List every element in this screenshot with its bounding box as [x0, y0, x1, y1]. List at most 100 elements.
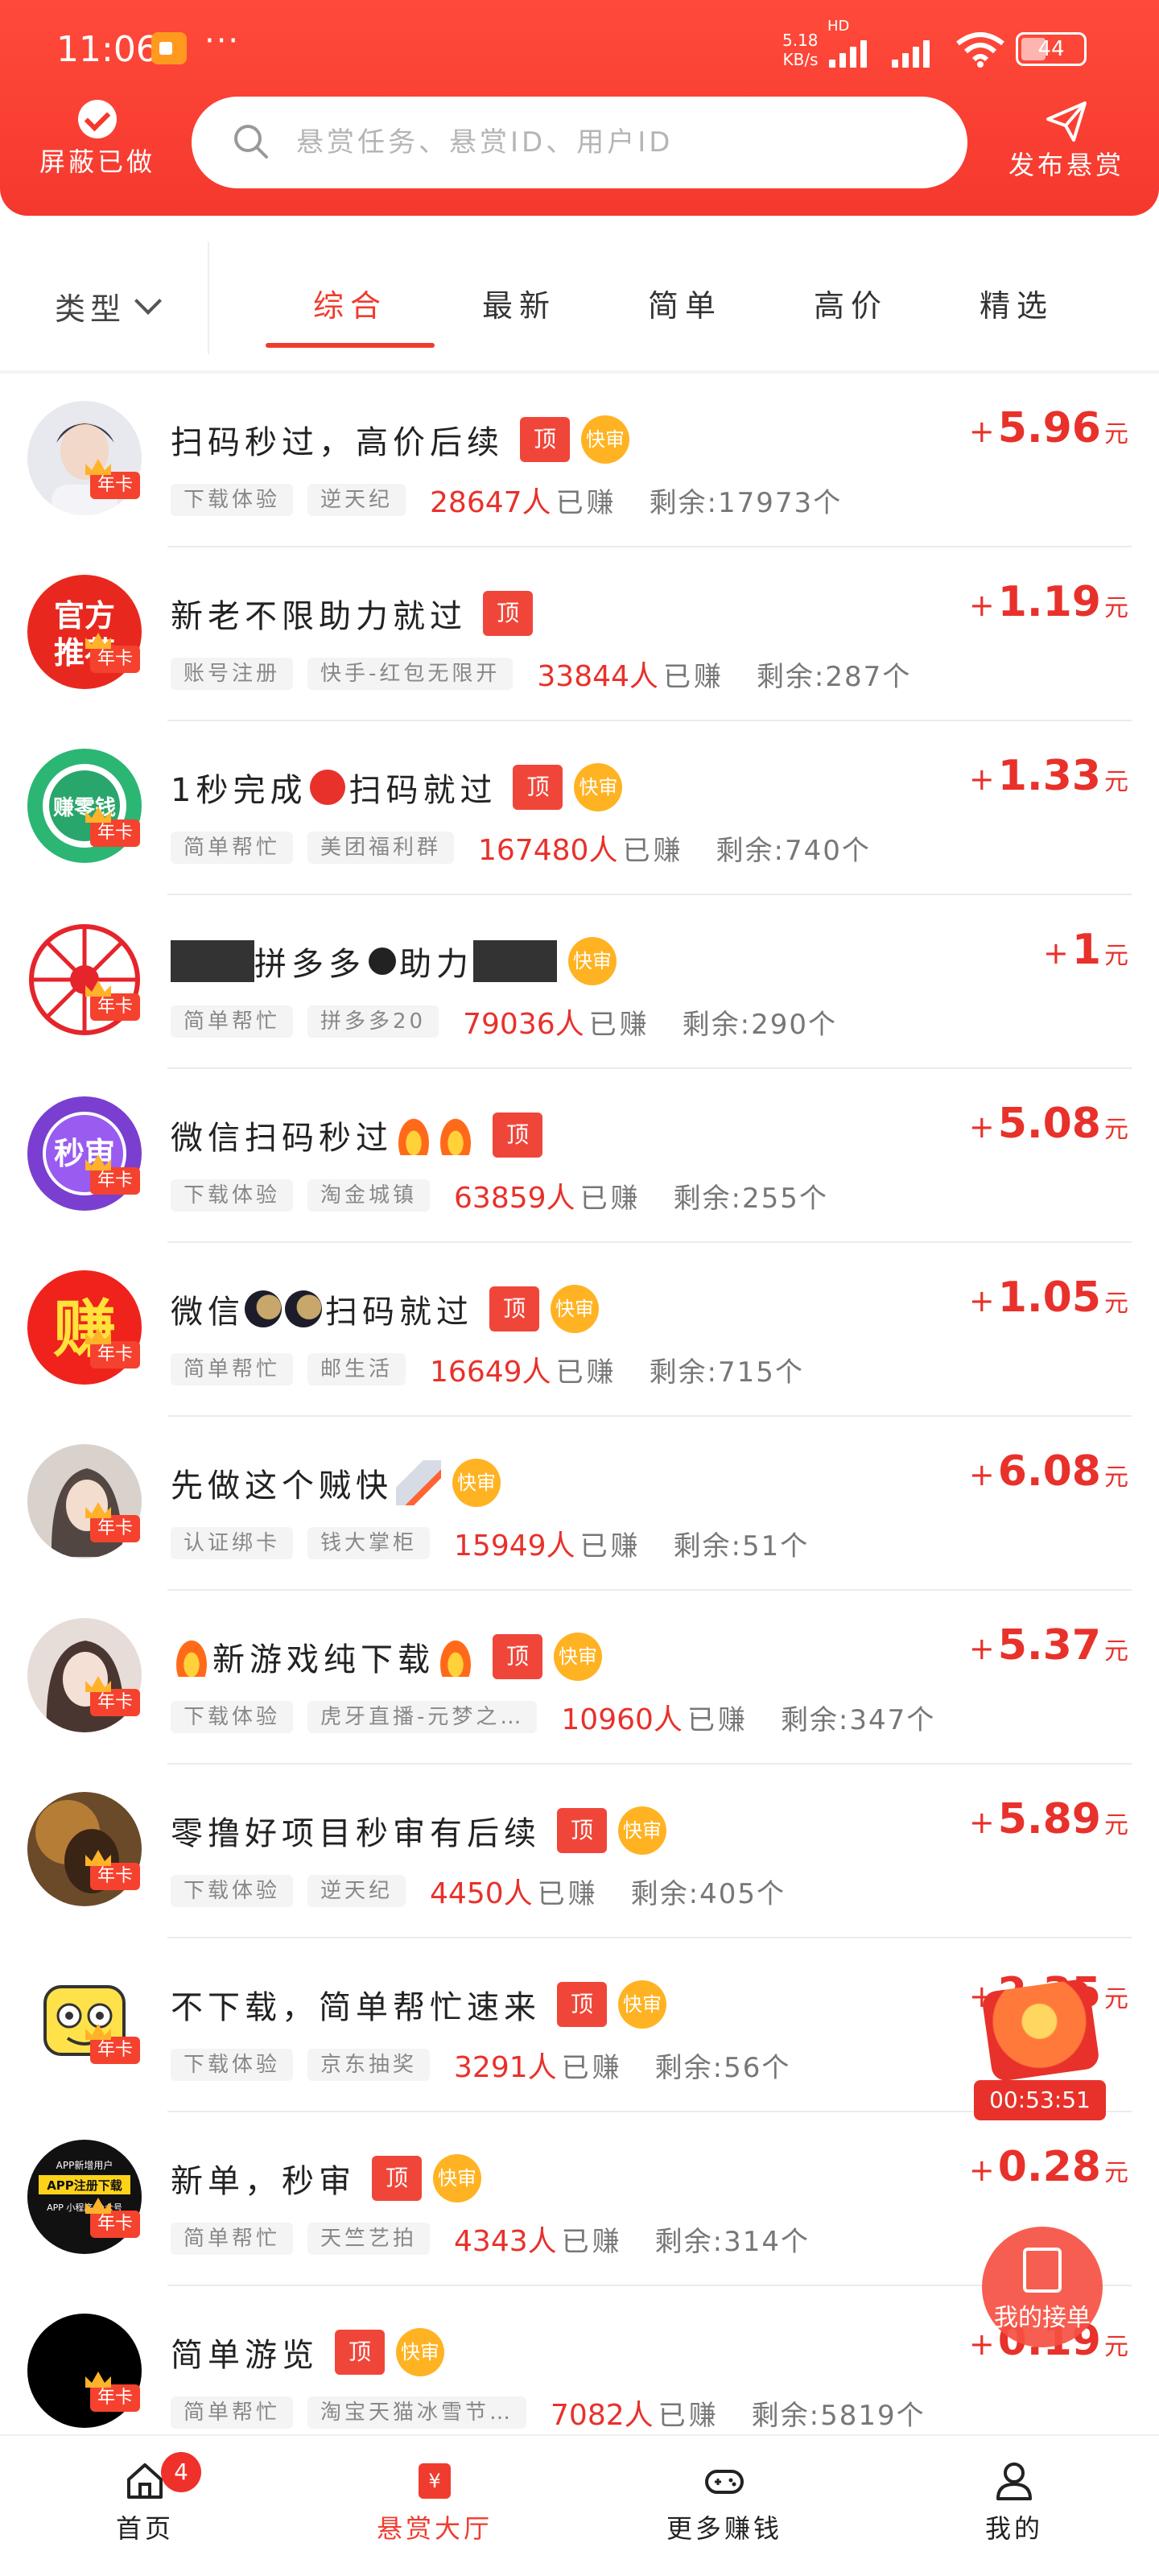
nav-more-earn[interactable]: 更多赚钱 — [636, 2460, 813, 2545]
svg-text:APP新增用户: APP新增用户 — [56, 2159, 113, 2171]
task-app-tag: 虎牙直播-元梦之… — [307, 1701, 538, 1733]
nav-reward-hall[interactable]: ¥ 悬赏大厅 — [346, 2460, 523, 2545]
reward-price: +6.08 元 — [968, 1447, 1128, 1496]
task-item[interactable]: 官方 推荐 年卡 新老不限助力就过 顶 账号注册 快手-红包无限开 33844人… — [0, 547, 1159, 721]
svg-text:¥: ¥ — [428, 2470, 440, 2492]
battery-icon: 44 — [1016, 32, 1087, 66]
tab-high-price[interactable]: 高价 — [766, 274, 935, 338]
moon-emoji-icon — [285, 1290, 322, 1327]
svg-text:APP注册下载: APP注册下载 — [47, 2178, 122, 2193]
remaining-count: 剩余:740个 — [716, 834, 871, 867]
participant-count: 63859人 — [454, 1182, 575, 1215]
vip-badge: 年卡 — [90, 1863, 140, 1890]
task-meta: 简单帮忙 拼多多20 79036人 已赚 剩余:290个 — [171, 1001, 837, 1042]
remaining-count: 剩余:287个 — [756, 660, 912, 693]
clipboard-icon — [1023, 2248, 1062, 2293]
task-category-tag: 简单帮忙 — [171, 1005, 294, 1038]
nav-home[interactable]: 首页 — [56, 2460, 233, 2545]
task-category-tag: 下载体验 — [171, 484, 294, 516]
task-category-tag: 下载体验 — [171, 1179, 294, 1212]
type-filter-dropdown[interactable]: 类型 — [55, 274, 162, 338]
task-app-tag: 邮生活 — [307, 1353, 406, 1385]
my-orders-label: 我的接单 — [994, 2304, 1091, 2332]
search-icon — [234, 125, 268, 159]
participant-count: 10960人 — [561, 1703, 683, 1736]
fast-review-badge: 快审 — [568, 937, 617, 985]
reward-price: +1.05 元 — [968, 1274, 1128, 1322]
earned-label: 已赚 — [561, 2051, 623, 2084]
vip-badge: 年卡 — [90, 993, 140, 1021]
nav-mine-label: 我的 — [984, 2513, 1043, 2544]
participant-count: 28647人 — [430, 486, 551, 519]
remaining-count: 剩余:405个 — [630, 1877, 786, 1910]
task-item[interactable]: 赚零钱 年卡 1秒完成 扫码就过 顶 快审 简单帮忙 美团福利群 167480人… — [0, 721, 1159, 895]
search-bar[interactable] — [192, 97, 967, 188]
task-app-tag: 钱大掌柜 — [307, 1527, 431, 1559]
task-title: 新单，秒审 顶 快审 — [171, 2154, 481, 2202]
task-meta: 下载体验 逆天纪 28647人 已赚 剩余:17973个 — [171, 480, 842, 520]
nav-reward-hall-label: 悬赏大厅 — [376, 2513, 493, 2544]
participant-count: 4343人 — [454, 2225, 557, 2258]
task-item[interactable]: 年卡 新游戏纯下载 顶 快审 下载体验 虎牙直播-元梦之… 10960人 已赚 … — [0, 1591, 1159, 1765]
tab-comprehensive[interactable]: 综合 — [266, 274, 435, 338]
top-badge: 顶 — [557, 1808, 607, 1853]
task-item[interactable]: APP新增用户 APP注册下载 APP 小程序 公众号 年卡 新单，秒审 顶 快… — [0, 2112, 1159, 2286]
status-bar: 11:06 ··· 5.18 KB/s HD 44 — [0, 18, 1159, 79]
reward-price: +5.96 元 — [968, 404, 1128, 452]
fast-review-badge: 快审 — [433, 2154, 481, 2202]
task-app-tag: 逆天纪 — [307, 484, 406, 516]
publish-reward-button[interactable]: 发布悬赏 — [990, 100, 1143, 182]
reward-price: +1 元 — [1042, 926, 1128, 974]
fire-emoji-icon — [396, 1115, 431, 1155]
tab-simple[interactable]: 简单 — [600, 274, 769, 338]
fast-review-badge: 快审 — [618, 1980, 666, 2029]
redacted-block — [473, 940, 557, 982]
home-icon — [127, 2463, 163, 2499]
task-title: 1秒完成 扫码就过 顶 快审 — [171, 763, 623, 811]
top-badge: 顶 — [335, 2330, 385, 2375]
my-orders-button[interactable]: 我的接单 — [982, 2227, 1103, 2347]
task-title: 新老不限助力就过 顶 — [171, 589, 533, 638]
task-item[interactable]: 年卡 先做这个贼快 快审 认证绑卡 钱大掌柜 15949人 已赚 剩余:51个 … — [0, 1417, 1159, 1591]
task-meta: 简单帮忙 邮生活 16649人 已赚 剩余:715个 — [171, 1349, 804, 1389]
fast-review-badge: 快审 — [574, 763, 623, 811]
task-title: 拼多多 助力 快审 — [171, 937, 617, 985]
nav-home-label: 首页 — [115, 2513, 174, 2544]
block-done-button[interactable]: 屏蔽已做 — [29, 100, 166, 179]
task-title: 先做这个贼快 快审 — [171, 1459, 501, 1507]
tab-latest[interactable]: 最新 — [435, 274, 604, 338]
reward-hall-icon: ¥ — [419, 2463, 451, 2499]
more-notifications-icon: ··· — [204, 23, 241, 60]
status-time: 11:06 — [56, 29, 159, 70]
nav-mine[interactable]: 我的 — [926, 2460, 1103, 2545]
task-app-tag: 淘金城镇 — [307, 1179, 431, 1212]
reward-price: +1.19 元 — [968, 578, 1128, 626]
vip-badge: 年卡 — [90, 1167, 140, 1195]
remaining-count: 剩余:51个 — [673, 1530, 810, 1563]
task-meta: 简单帮忙 淘宝天猫冰雪节… 7082人 已赚 剩余:5819个 — [171, 2392, 926, 2433]
vip-badge: 年卡 — [90, 2384, 140, 2412]
participant-count: 15949人 — [454, 1530, 575, 1563]
remaining-count: 剩余:17973个 — [649, 486, 843, 519]
vip-badge: 年卡 — [90, 2211, 140, 2238]
red-packet-widget[interactable]: 00:53:51 — [974, 1978, 1106, 2122]
task-item[interactable]: 秒审 年卡 微信扫码秒过 顶 下载体验 淘金城镇 63859人 已赚 剩余:25… — [0, 1069, 1159, 1243]
fast-review-badge: 快审 — [581, 415, 629, 464]
task-meta: 下载体验 逆天纪 4450人 已赚 剩余:405个 — [171, 1871, 786, 1911]
task-category-tag: 下载体验 — [171, 1875, 294, 1907]
fast-review-badge: 快审 — [618, 1806, 666, 1855]
task-item[interactable]: 年卡 拼多多 助力 快审 简单帮忙 拼多多20 79036人 已赚 剩余:290… — [0, 895, 1159, 1069]
remaining-count: 剩余:715个 — [649, 1356, 804, 1389]
task-item[interactable]: 年卡 扫码秒过，高价后续 顶 快审 下载体验 逆天纪 28647人 已赚 剩余:… — [0, 374, 1159, 547]
task-item[interactable]: 年卡 零撸好项目秒审有后续 顶 快审 下载体验 逆天纪 4450人 已赚 剩余:… — [0, 1765, 1159, 1938]
participant-count: 3291人 — [454, 2051, 557, 2084]
task-meta: 账号注册 快手-红包无限开 33844人 已赚 剩余:287个 — [171, 654, 911, 694]
search-input[interactable] — [296, 116, 940, 169]
task-item[interactable]: 赚 年卡 微信 扫码就过 顶 快审 简单帮忙 邮生活 16649人 已赚 剩余:… — [0, 1243, 1159, 1417]
task-meta: 简单帮忙 天竺艺拍 4343人 已赚 剩余:314个 — [171, 2219, 810, 2259]
task-app-tag: 逆天纪 — [307, 1875, 406, 1907]
task-title: 新游戏纯下载 顶 快审 — [171, 1633, 602, 1681]
task-category-tag: 认证绑卡 — [171, 1527, 294, 1559]
type-filter-label: 类型 — [55, 291, 126, 327]
tab-featured[interactable]: 精选 — [932, 274, 1101, 338]
